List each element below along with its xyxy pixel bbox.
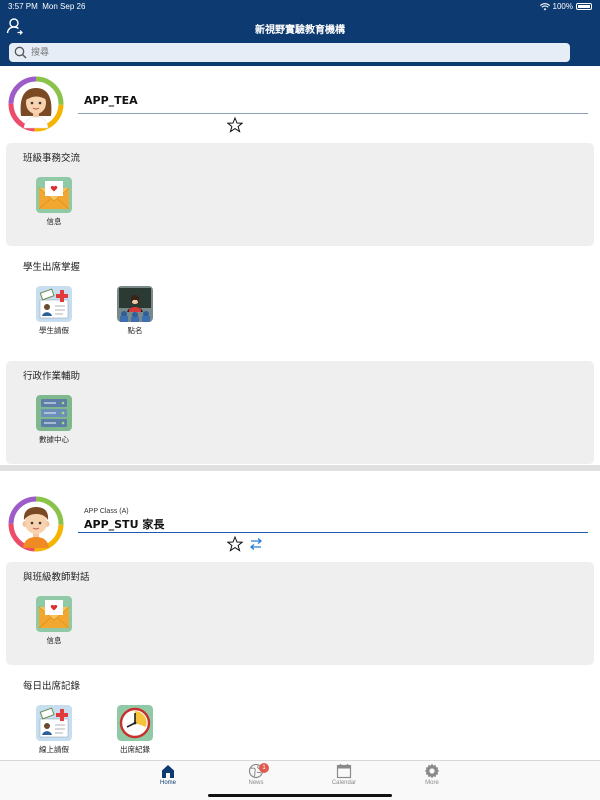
group-title: 班級事務交流 bbox=[23, 153, 81, 164]
tile-label: 學生請假 bbox=[39, 326, 69, 335]
tile-label: 信息 bbox=[46, 636, 62, 645]
parent-name: APP_STU 家長 bbox=[84, 518, 165, 531]
favorite-star-icon[interactable] bbox=[227, 117, 243, 133]
gear-icon bbox=[424, 763, 440, 779]
leave-form-icon bbox=[36, 705, 72, 741]
page-title: 新視野實驗教育機構 bbox=[255, 25, 345, 36]
tile-label: 信息 bbox=[46, 217, 62, 226]
calendar-icon bbox=[336, 764, 352, 779]
tile-attendance-record[interactable]: 出席紀錄 bbox=[107, 705, 163, 755]
home-indicator bbox=[208, 794, 392, 797]
teacher-name-underline bbox=[78, 113, 588, 114]
group-admin-support: 行政作業輔助 數據中心 bbox=[6, 361, 594, 464]
search-input[interactable] bbox=[31, 45, 531, 60]
group-teacher-dialogue: 與班級教師對話 信息 bbox=[6, 562, 594, 665]
tab-home[interactable]: Home bbox=[138, 763, 198, 786]
teacher-avatar bbox=[8, 76, 64, 132]
news-badge: 1 bbox=[259, 763, 269, 773]
status-time: 3:57 PM Mon Sep 26 bbox=[8, 2, 86, 11]
tab-news[interactable]: 1 News bbox=[226, 763, 286, 786]
status-right: 100% bbox=[539, 2, 592, 11]
data-center-icon bbox=[36, 395, 72, 431]
profile-card-teacher[interactable]: APP_TEA bbox=[0, 66, 600, 144]
search-field[interactable] bbox=[9, 43, 570, 62]
tab-label: More bbox=[425, 780, 439, 786]
envelope-heart-icon bbox=[36, 177, 72, 213]
attendance-clock-icon bbox=[117, 705, 153, 741]
tile-message[interactable]: 信息 bbox=[26, 596, 82, 646]
tab-more[interactable]: More bbox=[402, 763, 462, 786]
tile-roll-call[interactable]: 點名 bbox=[107, 286, 163, 336]
student-avatar bbox=[8, 496, 64, 552]
main-content[interactable]: APP_TEA 班級事務交流 信息 學生出席掌握 學生請假 點名 行政作業輔助 … bbox=[0, 66, 600, 760]
tile-label: 線上請假 bbox=[39, 745, 69, 754]
group-daily-attendance: 每日出席記錄 線上請假 出席紀錄 bbox=[6, 671, 594, 760]
search-bar bbox=[0, 40, 600, 66]
envelope-heart-icon bbox=[36, 596, 72, 632]
group-title: 與班級教師對話 bbox=[23, 572, 90, 583]
group-title: 每日出席記錄 bbox=[23, 681, 81, 692]
leave-form-icon bbox=[36, 286, 72, 322]
roll-call-icon bbox=[117, 286, 153, 322]
battery-icon bbox=[576, 3, 592, 10]
group-attendance-teacher: 學生出席掌握 學生請假 點名 bbox=[6, 252, 594, 355]
teacher-name: APP_TEA bbox=[84, 94, 138, 107]
parent-name-underline bbox=[78, 532, 588, 533]
tile-data-center[interactable]: 數據中心 bbox=[26, 395, 82, 445]
wifi-icon bbox=[539, 2, 550, 10]
group-title: 行政作業輔助 bbox=[23, 371, 81, 382]
battery-percent: 100% bbox=[552, 2, 573, 11]
tile-message[interactable]: 信息 bbox=[26, 177, 82, 227]
switch-account-icon[interactable] bbox=[248, 537, 264, 551]
home-icon bbox=[162, 765, 174, 778]
nav-bar: 新視野實驗教育機構 bbox=[0, 14, 600, 40]
tile-label: 出席紀錄 bbox=[120, 745, 150, 754]
tab-label: Home bbox=[159, 780, 176, 786]
group-title: 學生出席掌握 bbox=[23, 262, 81, 273]
group-class-affairs: 班級事務交流 信息 bbox=[6, 143, 594, 246]
parent-class-label: APP Class (A) bbox=[84, 508, 129, 515]
tile-online-leave[interactable]: 線上請假 bbox=[26, 705, 82, 755]
profile-card-parent[interactable]: APP Class (A) APP_STU 家長 bbox=[0, 486, 600, 564]
profile-divider bbox=[0, 465, 600, 471]
status-bar: 3:57 PM Mon Sep 26 100% bbox=[0, 0, 600, 14]
tile-label: 數據中心 bbox=[39, 435, 69, 444]
favorite-star-icon[interactable] bbox=[227, 536, 243, 552]
tab-calendar[interactable]: Calendar bbox=[314, 763, 374, 786]
tile-label: 點名 bbox=[127, 326, 143, 335]
tab-label: News bbox=[248, 780, 264, 786]
tab-label: Calendar bbox=[331, 780, 357, 786]
tile-student-leave[interactable]: 學生請假 bbox=[26, 286, 82, 336]
search-icon bbox=[14, 46, 27, 59]
